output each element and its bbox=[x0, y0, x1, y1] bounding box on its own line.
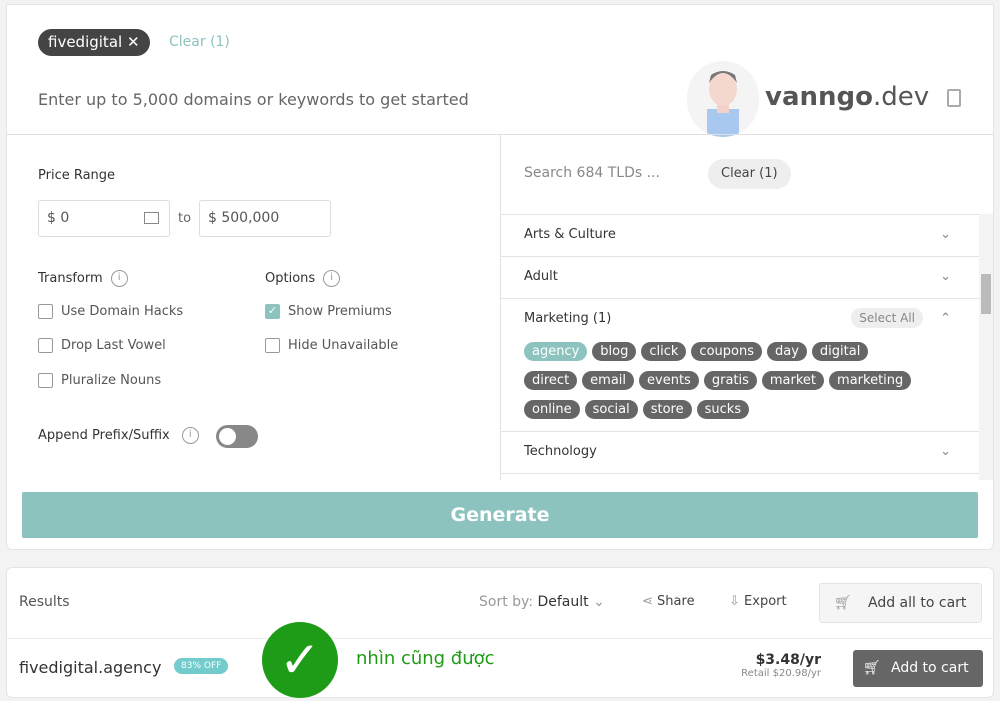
checkbox-icon bbox=[38, 304, 53, 319]
tag-list: agency blog click coupons day digital direct em… bbox=[501, 342, 956, 429]
to-label: to bbox=[178, 211, 192, 226]
tld-tag-click[interactable]: click bbox=[641, 342, 687, 361]
show-premiums-checkbox[interactable]: ✓ Show Premiums bbox=[265, 304, 392, 319]
chevron-up-icon: ⌃ bbox=[940, 311, 951, 326]
info-icon[interactable]: i bbox=[181, 427, 199, 444]
append-label: Append Prefix/Suffix i bbox=[38, 427, 199, 444]
avatar bbox=[687, 61, 759, 137]
export-button[interactable]: ⇩ Export bbox=[729, 594, 787, 609]
tld-tag-blog[interactable]: blog bbox=[592, 342, 637, 361]
info-icon[interactable]: i bbox=[323, 270, 341, 287]
generate-button[interactable]: Generate bbox=[22, 492, 978, 538]
clear-keywords-link[interactable]: Clear (1) bbox=[169, 34, 230, 50]
checkbox-icon bbox=[265, 338, 280, 353]
tld-tag-agency[interactable]: agency bbox=[524, 342, 588, 361]
options-label: Options i bbox=[265, 270, 341, 287]
overlay-note: nhìn cũng được bbox=[356, 648, 495, 669]
calendar-icon bbox=[144, 212, 159, 224]
category-marketing[interactable]: Marketing (1) Select All ⌃ agency blog cli… bbox=[501, 299, 979, 432]
checkmark-icon: ✓ bbox=[265, 304, 280, 319]
tld-tag-social[interactable]: social bbox=[584, 400, 638, 419]
tld-tag-coupons[interactable]: coupons bbox=[691, 342, 762, 361]
divider bbox=[7, 638, 993, 639]
tld-category-list: Arts & Culture ⌄ Adult ⌄ Marketing (1) Sel… bbox=[501, 214, 979, 480]
select-all-button[interactable]: Select All bbox=[851, 308, 923, 328]
append-toggle[interactable] bbox=[216, 425, 258, 448]
watermark-brand: vanngo.dev bbox=[765, 82, 930, 112]
result-domain[interactable]: fivedigital.agency bbox=[19, 658, 161, 677]
price-to-input[interactable]: $ 500,000 bbox=[199, 200, 331, 237]
tld-tag-day[interactable]: day bbox=[766, 342, 807, 361]
chevron-down-icon: ⌄ bbox=[940, 444, 951, 459]
transform-label: Transform i bbox=[38, 270, 128, 287]
category-technology[interactable]: Technology ⌄ bbox=[501, 432, 979, 474]
price-range-label: Price Range bbox=[38, 168, 116, 183]
results-title: Results bbox=[19, 594, 70, 610]
cart-icon: 🛒︎ bbox=[863, 660, 881, 676]
sort-dropdown[interactable]: Sort by: Default ⌄ bbox=[479, 594, 605, 610]
checkbox-icon bbox=[38, 338, 53, 353]
tld-tag-market[interactable]: market bbox=[761, 371, 825, 390]
chevron-down-icon: ⌄ bbox=[940, 269, 951, 284]
category-arts[interactable]: Arts & Culture ⌄ bbox=[501, 215, 979, 257]
tld-tag-store[interactable]: store bbox=[642, 400, 692, 419]
use-domain-hacks-checkbox[interactable]: Use Domain Hacks bbox=[38, 304, 183, 319]
tld-tag-digital[interactable]: digital bbox=[811, 342, 869, 361]
drop-last-vowel-checkbox[interactable]: Drop Last Vowel bbox=[38, 338, 166, 353]
search-panel: fivedigital ✕ Clear (1) Enter up to 5,00… bbox=[6, 4, 994, 550]
checkbox-icon bbox=[38, 373, 53, 388]
share-button[interactable]: ⋖ Share bbox=[642, 594, 695, 609]
checkmark-icon: ✓ bbox=[262, 622, 338, 698]
share-icon: ⋖ bbox=[642, 594, 653, 609]
add-all-to-cart-button[interactable]: 🛒︎ Add all to cart bbox=[819, 583, 982, 623]
keyword-chip[interactable]: fivedigital ✕ bbox=[38, 29, 150, 56]
upload-icon[interactable] bbox=[947, 89, 961, 107]
tld-search-input[interactable]: Search 684 TLDs ... bbox=[524, 165, 660, 181]
discount-badge: 83% OFF bbox=[174, 658, 229, 674]
tld-tag-email[interactable]: email bbox=[582, 371, 635, 390]
price-from-input[interactable]: $ 0 bbox=[38, 200, 170, 237]
clear-tlds-button[interactable]: Clear (1) bbox=[708, 159, 791, 189]
chevron-down-icon: ⌄ bbox=[940, 227, 951, 242]
tld-tag-sucks[interactable]: sucks bbox=[696, 400, 750, 419]
export-icon: ⇩ bbox=[729, 594, 740, 609]
results-panel: Results Sort by: Default ⌄ ⋖ Share ⇩ Exp… bbox=[6, 567, 994, 698]
add-to-cart-button[interactable]: 🛒︎ Add to cart bbox=[853, 650, 983, 687]
tld-tag-online[interactable]: online bbox=[524, 400, 580, 419]
hide-unavailable-checkbox[interactable]: Hide Unavailable bbox=[265, 338, 398, 353]
chevron-down-icon: ⌄ bbox=[593, 594, 605, 610]
scrollbar[interactable] bbox=[979, 214, 993, 480]
cart-icon: 🛒︎ bbox=[834, 595, 852, 611]
tld-tag-gratis[interactable]: gratis bbox=[703, 371, 757, 390]
tld-tag-direct[interactable]: direct bbox=[524, 371, 578, 390]
info-icon[interactable]: i bbox=[110, 270, 128, 287]
tld-tag-marketing[interactable]: marketing bbox=[829, 371, 912, 390]
tld-tag-events[interactable]: events bbox=[639, 371, 699, 390]
close-icon[interactable]: ✕ bbox=[127, 33, 140, 51]
category-adult[interactable]: Adult ⌄ bbox=[501, 257, 979, 299]
result-price: $3.48/yr Retail $20.98/yr bbox=[741, 652, 821, 679]
pluralize-nouns-checkbox[interactable]: Pluralize Nouns bbox=[38, 373, 161, 388]
keyword-input[interactable]: Enter up to 5,000 domains or keywords to… bbox=[38, 90, 469, 109]
